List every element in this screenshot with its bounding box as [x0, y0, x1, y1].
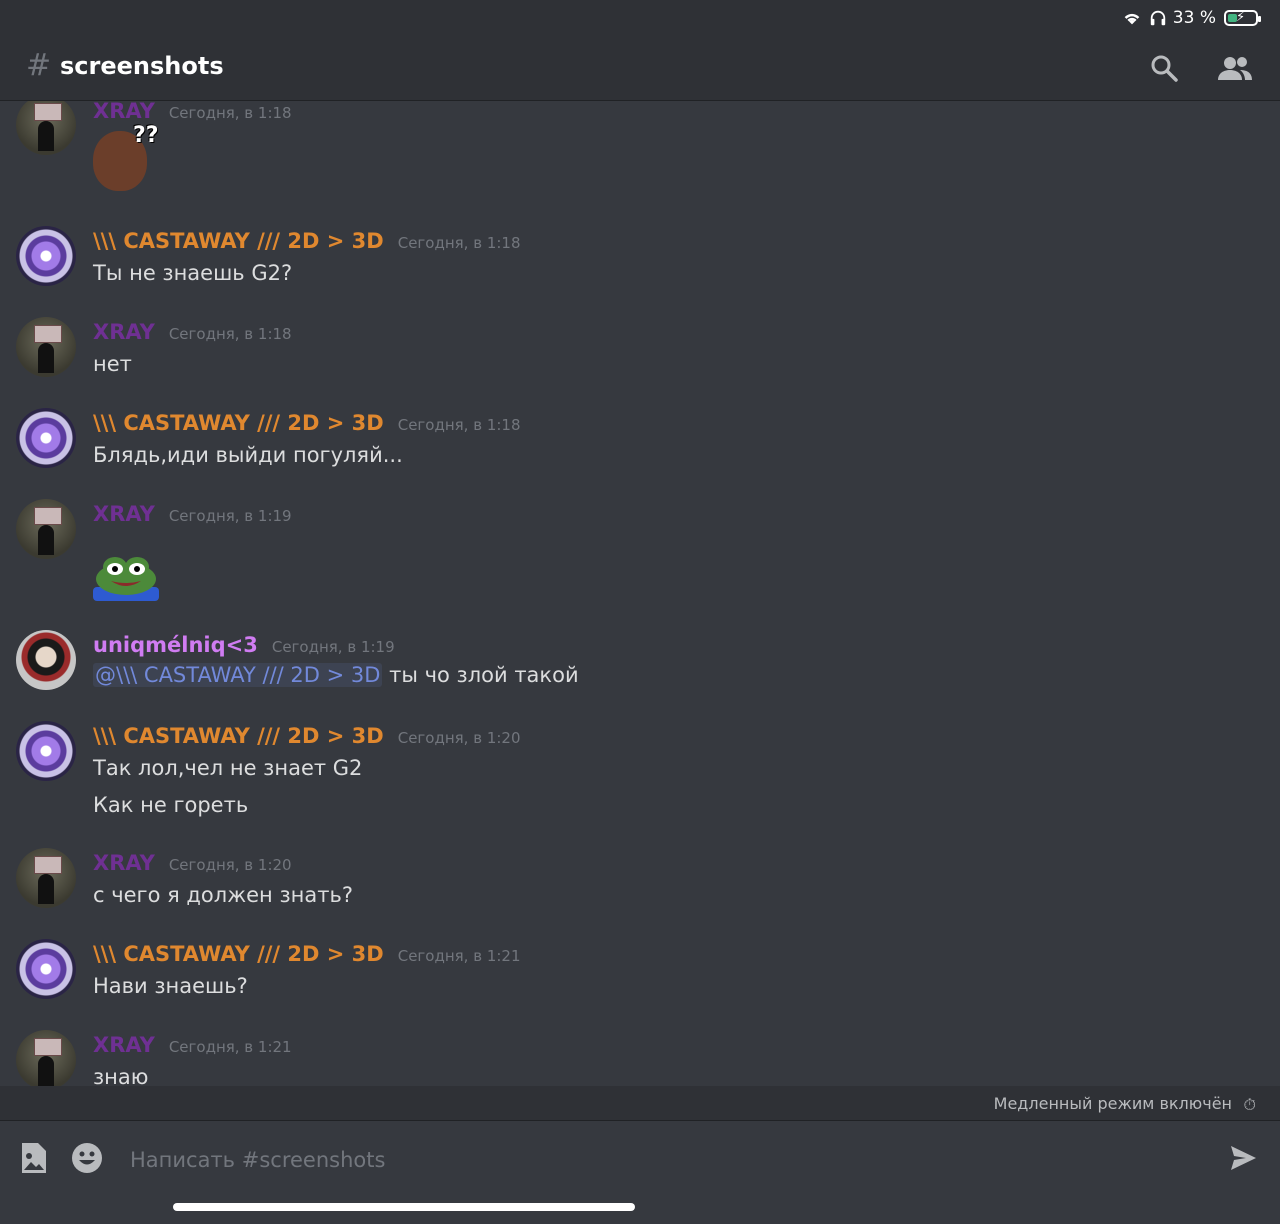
message-list[interactable]: XRAY Сегодня, в 1:18 ?? \\\ CASTAWAY ///…	[0, 101, 1280, 1086]
message-meta: uniqmélniq<3 Сегодня, в 1:19	[93, 633, 395, 657]
timestamp: Сегодня, в 1:21	[168, 1038, 292, 1056]
home-indicator[interactable]	[173, 1203, 635, 1211]
author-name[interactable]: \\\ CASTAWAY /// 2D > 3D	[93, 942, 384, 966]
message-meta: \\\ CASTAWAY /// 2D > 3D Сегодня, в 1:18	[93, 411, 521, 435]
author-name[interactable]: XRAY	[93, 502, 155, 526]
timestamp: Сегодня, в 1:18	[168, 104, 292, 122]
battery-icon: ⚡	[1224, 10, 1261, 26]
message-meta: XRAY Сегодня, в 1:21	[93, 1033, 292, 1057]
channel-header: # screenshots	[0, 36, 1280, 101]
author-name[interactable]: \\\ CASTAWAY /// 2D > 3D	[93, 229, 384, 253]
stopwatch-icon: ⏱	[1243, 1095, 1256, 1114]
timestamp: Сегодня, в 1:18	[397, 234, 521, 252]
message-text: Так лол,чел не знает G2	[93, 756, 363, 780]
avatar[interactable]	[16, 939, 76, 999]
message-text-rest: ты чо злой такой	[389, 663, 579, 687]
author-name[interactable]: uniqmélniq<3	[93, 633, 258, 657]
author-name[interactable]: XRAY	[93, 320, 155, 344]
timestamp: Сегодня, в 1:18	[397, 416, 521, 434]
message-text: знаю	[93, 1065, 149, 1086]
battery-percent: 33 %	[1172, 8, 1216, 28]
channel-name: screenshots	[60, 52, 224, 80]
avatar[interactable]	[16, 317, 76, 377]
message-meta: XRAY Сегодня, в 1:18	[93, 101, 292, 123]
timestamp: Сегодня, в 1:19	[271, 638, 395, 656]
message-text: @\\\ CASTAWAY /// 2D > 3D ты чо злой так…	[93, 663, 579, 687]
attach-image-icon[interactable]	[16, 1141, 50, 1175]
custom-emoji[interactable]: ??	[93, 123, 159, 191]
wifi-icon	[1124, 13, 1140, 25]
message-meta: \\\ CASTAWAY /// 2D > 3D Сегодня, в 1:21	[93, 942, 521, 966]
message-meta: XRAY Сегодня, в 1:20	[93, 851, 292, 875]
message-text: с чего я должен знать?	[93, 883, 353, 907]
user-mention[interactable]: @\\\ CASTAWAY /// 2D > 3D	[93, 663, 383, 687]
status-bar: 33 % ⚡	[0, 0, 1280, 36]
author-name[interactable]: \\\ CASTAWAY /// 2D > 3D	[93, 411, 384, 435]
avatar[interactable]	[16, 226, 76, 286]
avatar[interactable]	[16, 1030, 76, 1086]
message-text: Ты не знаешь G2?	[93, 261, 293, 285]
message-text: Как не гореть	[93, 793, 249, 817]
message-meta: XRAY Сегодня, в 1:18	[93, 320, 292, 344]
send-icon[interactable]	[1228, 1143, 1258, 1173]
author-name[interactable]: XRAY	[93, 1033, 155, 1057]
author-name[interactable]: XRAY	[93, 101, 155, 123]
emoji-caption: ??	[133, 123, 159, 148]
search-icon[interactable]	[1148, 52, 1180, 84]
author-name[interactable]: XRAY	[93, 851, 155, 875]
timestamp: Сегодня, в 1:20	[168, 856, 292, 874]
members-icon[interactable]	[1216, 52, 1254, 84]
timestamp: Сегодня, в 1:18	[168, 325, 292, 343]
message-text: Блядь,иди выйди погуляй...	[93, 443, 403, 467]
pepe-emoji[interactable]	[93, 549, 159, 601]
timestamp: Сегодня, в 1:20	[397, 729, 521, 747]
slow-mode-label: Медленный режим включён	[993, 1094, 1232, 1113]
slow-mode-bar: Медленный режим включён ⏱	[0, 1086, 1280, 1120]
avatar[interactable]	[16, 630, 76, 690]
message-input[interactable]	[128, 1141, 1192, 1179]
timestamp: Сегодня, в 1:21	[397, 947, 521, 965]
avatar[interactable]	[16, 848, 76, 908]
avatar[interactable]	[16, 499, 76, 559]
message-meta: \\\ CASTAWAY /// 2D > 3D Сегодня, в 1:18	[93, 229, 521, 253]
avatar[interactable]	[16, 408, 76, 468]
message-meta: \\\ CASTAWAY /// 2D > 3D Сегодня, в 1:20	[93, 724, 521, 748]
headphones-icon	[1150, 10, 1165, 26]
message-text: нет	[93, 352, 132, 376]
avatar[interactable]	[16, 101, 76, 155]
timestamp: Сегодня, в 1:19	[168, 507, 292, 525]
author-name[interactable]: \\\ CASTAWAY /// 2D > 3D	[93, 724, 384, 748]
charging-icon: ⚡	[1236, 10, 1246, 25]
message-text: Нави знаешь?	[93, 974, 248, 998]
status-right: 33 % ⚡	[1121, 7, 1261, 29]
message-meta: XRAY Сегодня, в 1:19	[93, 502, 292, 526]
avatar[interactable]	[16, 721, 76, 781]
channel-hash-icon: #	[26, 48, 52, 83]
emoji-picker-icon[interactable]	[70, 1141, 104, 1175]
